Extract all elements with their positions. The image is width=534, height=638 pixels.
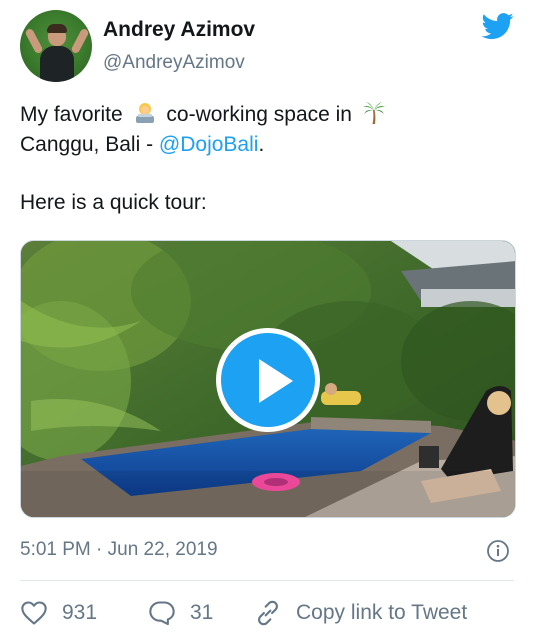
video-player[interactable] bbox=[20, 240, 516, 518]
tweet-line-3: Here is a quick tour: bbox=[20, 191, 207, 214]
copy-link-button[interactable]: Copy link to Tweet bbox=[254, 596, 467, 630]
heart-icon bbox=[21, 601, 47, 625]
timestamp[interactable]: 5:01 PM · Jun 22, 2019 bbox=[20, 539, 218, 560]
tweet-line-1: My favorite co-working space in bbox=[20, 100, 510, 130]
link-icon bbox=[258, 600, 278, 626]
mention-link[interactable]: @DojoBali bbox=[159, 133, 259, 156]
copy-link-label: Copy link to Tweet bbox=[296, 601, 468, 624]
twitter-bird-icon[interactable] bbox=[480, 10, 516, 42]
reply-count: 31 bbox=[190, 601, 214, 624]
play-button[interactable] bbox=[216, 328, 320, 432]
tweet-text-segment: My favorite bbox=[20, 103, 123, 126]
author-name[interactable]: Andrey Azimov bbox=[103, 18, 255, 42]
tweet-text: My favorite co-working space in Canggu, … bbox=[20, 100, 510, 218]
avatar[interactable] bbox=[20, 10, 92, 82]
tweet-card: Andrey Azimov @AndreyAzimov My favorite … bbox=[0, 0, 534, 638]
palm-tree-emoji bbox=[362, 102, 385, 124]
info-icon[interactable] bbox=[486, 539, 510, 563]
tweet-meta: 5:01 PM · Jun 22, 2019 bbox=[20, 539, 514, 565]
tweet-text-segment: co-working space in bbox=[166, 103, 352, 126]
tweet-text-segment: Canggu, Bali - bbox=[20, 133, 159, 156]
divider bbox=[20, 580, 514, 581]
author-handle[interactable]: @AndreyAzimov bbox=[103, 52, 245, 74]
play-icon bbox=[259, 359, 293, 403]
like-count: 931 bbox=[62, 601, 98, 624]
like-button[interactable]: 931 bbox=[20, 596, 97, 630]
reply-button[interactable]: 31 bbox=[148, 596, 213, 630]
woman-technologist-emoji bbox=[135, 103, 154, 123]
tweet-actions: 931 31 Copy link to Tweet bbox=[20, 596, 514, 630]
reply-icon bbox=[149, 601, 175, 626]
tweet-header: Andrey Azimov @AndreyAzimov bbox=[20, 10, 520, 86]
tweet-text-segment: . bbox=[258, 133, 265, 156]
tweet-line-2: Canggu, Bali - @DojoBali. bbox=[20, 130, 510, 160]
